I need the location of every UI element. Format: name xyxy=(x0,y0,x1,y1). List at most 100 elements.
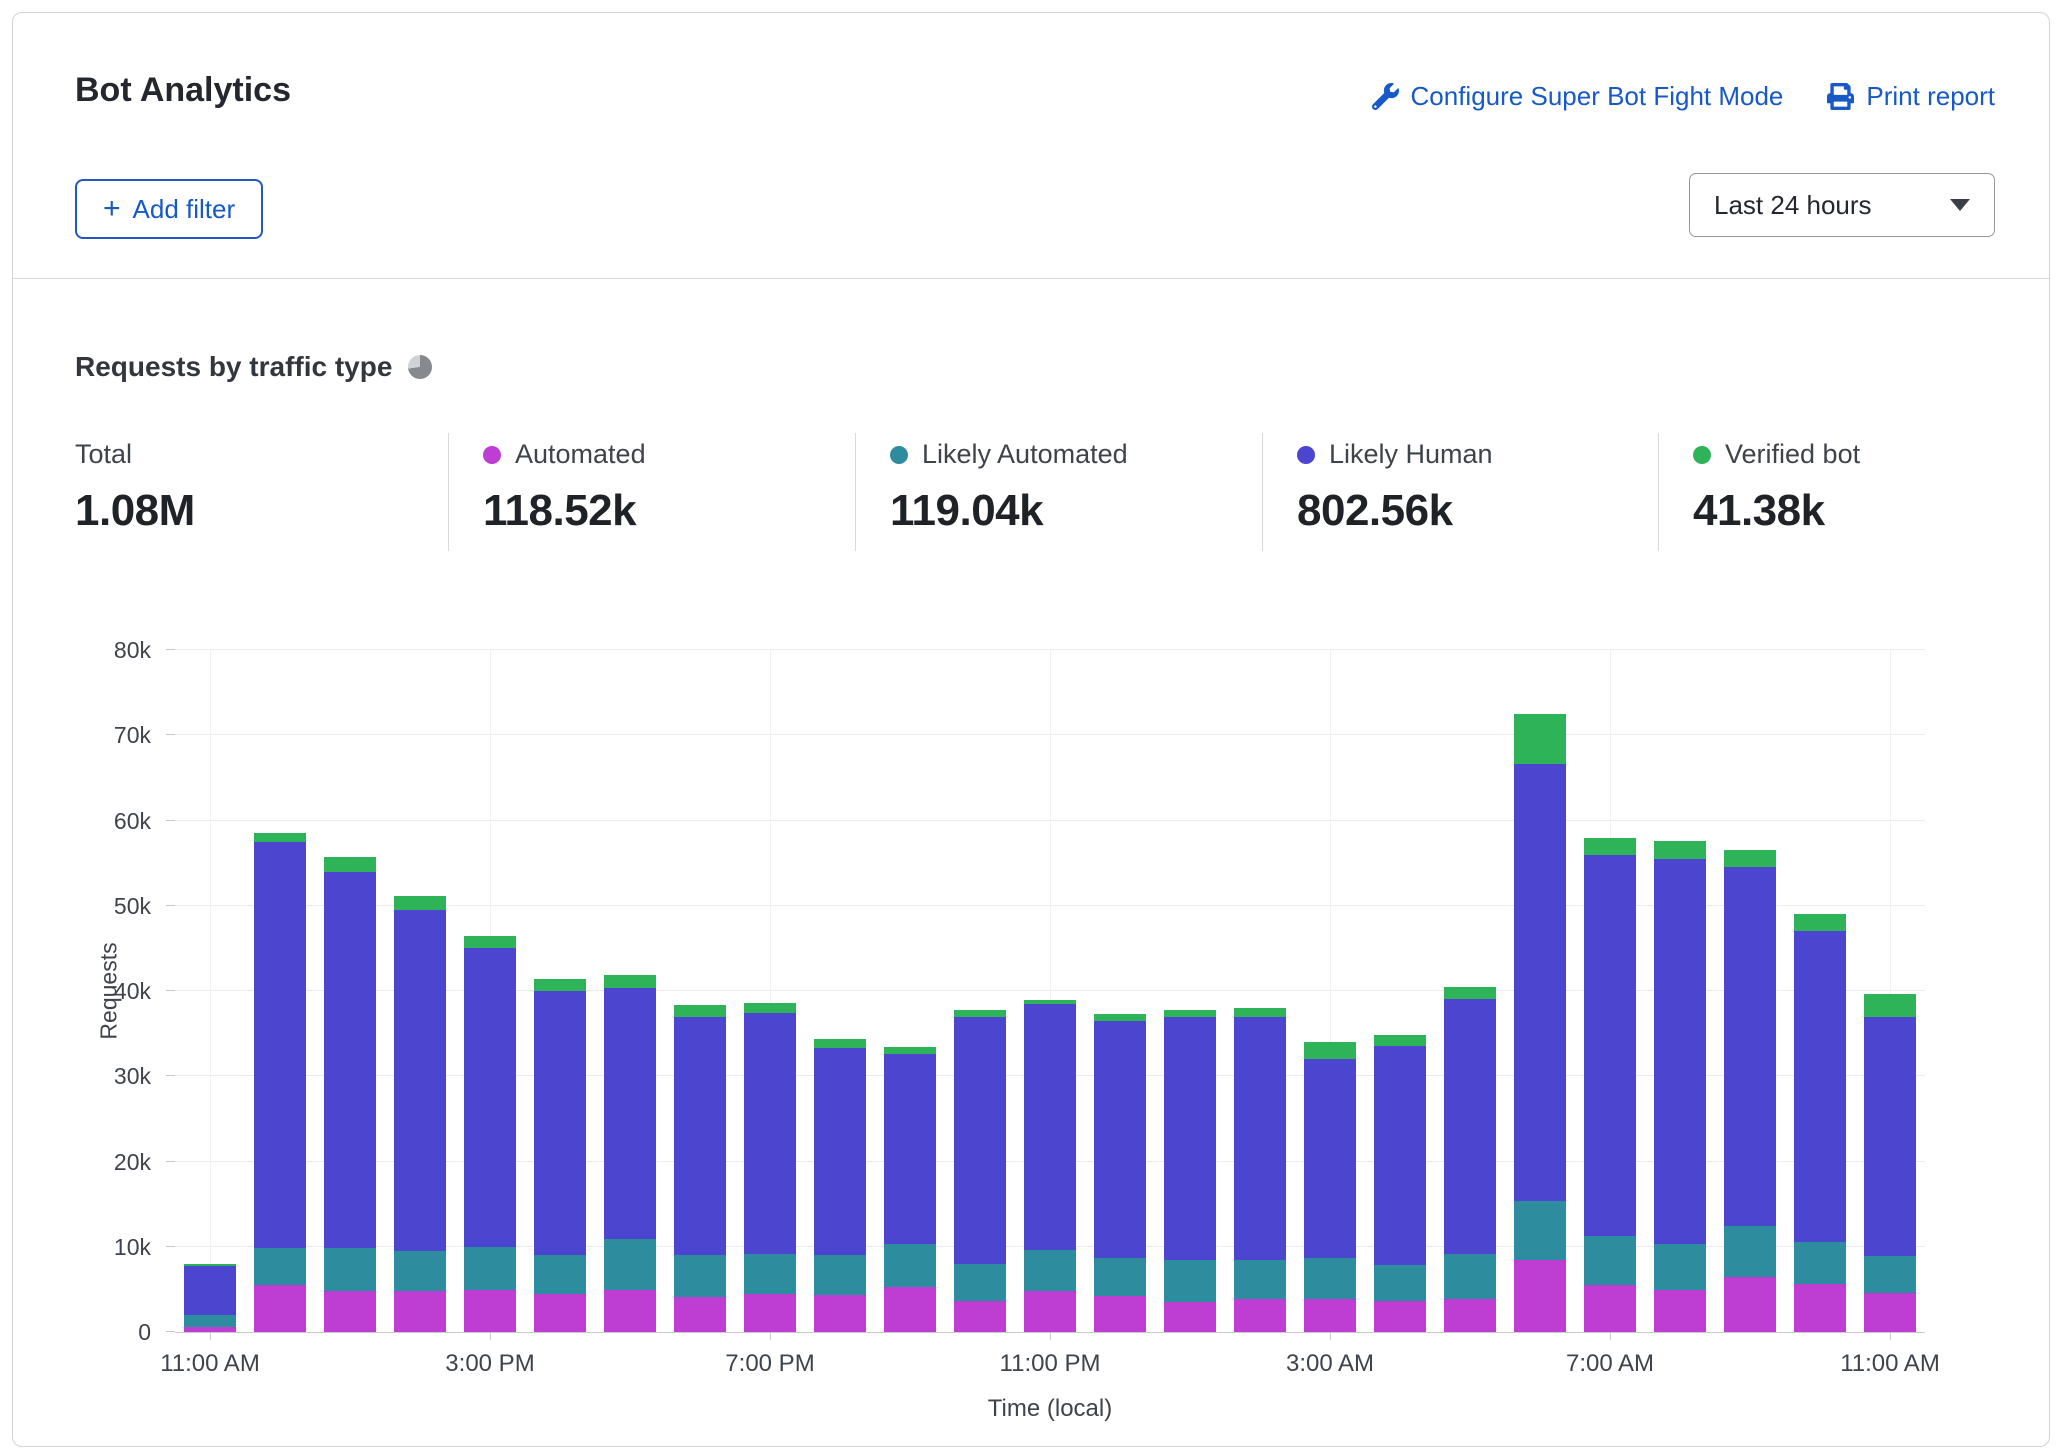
bar-segment-likely-automated xyxy=(1304,1258,1356,1299)
y-tick-label: 40k xyxy=(114,977,151,1005)
plot-area xyxy=(175,650,1925,1333)
bar-segment-verified-bot xyxy=(1654,841,1706,859)
bar-segment-automated xyxy=(674,1297,726,1332)
stat-likely-automated[interactable]: Likely Automated119.04k xyxy=(855,433,1262,551)
x-tick-label: 3:00 AM xyxy=(1286,1350,1374,1378)
stat-total[interactable]: Total1.08M xyxy=(75,433,448,551)
bar-segment-automated xyxy=(1724,1277,1776,1332)
bar-7:00-am-20 xyxy=(1584,650,1636,1332)
bar-4:00-am-17 xyxy=(1374,650,1426,1332)
bar-segment-likely-human xyxy=(814,1048,866,1255)
bar-segment-automated xyxy=(1234,1299,1286,1332)
bar-4:00-pm-5 xyxy=(534,650,586,1332)
bar-segment-verified-bot xyxy=(1584,838,1636,855)
y-tick-label: 80k xyxy=(114,636,151,664)
bar-segment-automated xyxy=(954,1301,1006,1332)
add-filter-label: Add filter xyxy=(133,194,236,225)
bar-segment-verified-bot xyxy=(534,979,586,991)
bar-segment-automated xyxy=(254,1285,306,1332)
bar-segment-likely-automated xyxy=(1094,1258,1146,1296)
y-tick-label: 20k xyxy=(114,1148,151,1176)
bar-12:00-pm-1 xyxy=(254,650,306,1332)
bar-12:00-am-13 xyxy=(1094,650,1146,1332)
print-report-link[interactable]: Print report xyxy=(1827,81,1995,112)
stat-value: 41.38k xyxy=(1693,486,1989,536)
time-range-select[interactable]: Last 24 hours xyxy=(1689,173,1995,237)
y-axis-ticks: 010k20k30k40k50k60k70k80k xyxy=(13,650,163,1332)
bar-5:00-am-18 xyxy=(1444,650,1496,1332)
bar-segment-verified-bot xyxy=(1794,914,1846,931)
bar-segment-likely-automated xyxy=(884,1244,936,1287)
pie-chart-icon xyxy=(408,355,432,379)
stat-value: 802.56k xyxy=(1297,486,1658,536)
bar-segment-automated xyxy=(744,1294,796,1332)
bar-segment-likely-human xyxy=(1654,859,1706,1244)
bar-segment-likely-human xyxy=(324,872,376,1249)
x-tick-label: 11:00 AM xyxy=(160,1350,260,1378)
bar-segment-likely-automated xyxy=(324,1248,376,1291)
bar-segment-likely-human xyxy=(394,910,446,1251)
bar-segment-verified-bot xyxy=(1304,1042,1356,1059)
bar-segment-automated xyxy=(1094,1296,1146,1332)
x-tick-mark xyxy=(770,1332,771,1340)
bar-2:00-am-15 xyxy=(1234,650,1286,1332)
bar-segment-likely-human xyxy=(1024,1004,1076,1250)
bar-segment-likely-automated xyxy=(394,1251,446,1291)
stat-label: Likely Human xyxy=(1329,439,1493,470)
bar-segment-likely-human xyxy=(1724,867,1776,1227)
bar-segment-automated xyxy=(1164,1302,1216,1332)
bar-segment-verified-bot xyxy=(1234,1008,1286,1017)
bar-segment-verified-bot xyxy=(1724,850,1776,866)
bar-segment-likely-automated xyxy=(814,1255,866,1295)
bar-segment-likely-automated xyxy=(1234,1260,1286,1298)
bar-segment-automated xyxy=(324,1291,376,1332)
bar-segment-likely-human xyxy=(1514,764,1566,1200)
x-tick-label: 11:00 AM xyxy=(1840,1350,1940,1378)
header-divider xyxy=(13,278,2049,279)
y-tick-label: 70k xyxy=(114,721,151,749)
x-tick-mark xyxy=(1890,1332,1891,1340)
stat-likely-human[interactable]: Likely Human 802.56k xyxy=(1262,433,1658,551)
x-tick-mark xyxy=(1050,1332,1051,1340)
section-title-row: Requests by traffic type xyxy=(75,351,432,383)
bar-7:00-pm-8 xyxy=(744,650,796,1332)
bar-segment-likely-human xyxy=(1444,999,1496,1254)
bar-5:00-pm-6 xyxy=(604,650,656,1332)
bar-segment-likely-human xyxy=(1094,1021,1146,1258)
bar-segment-automated xyxy=(1864,1293,1916,1332)
bot-analytics-page: Bot Analytics Configure Super Bot Fight … xyxy=(0,0,2062,1450)
bar-segment-verified-bot xyxy=(394,896,446,910)
bar-segment-verified-bot xyxy=(954,1010,1006,1017)
configure-super-bot-fight-mode-link[interactable]: Configure Super Bot Fight Mode xyxy=(1372,81,1784,112)
y-tick-label: 50k xyxy=(114,892,151,920)
y-tick-mark xyxy=(166,820,175,821)
stat-automated[interactable]: Automated118.52k xyxy=(448,433,855,551)
bar-segment-verified-bot xyxy=(1864,994,1916,1016)
bar-3:00-am-16 xyxy=(1304,650,1356,1332)
y-tick-mark xyxy=(166,1075,175,1076)
bar-segment-verified-bot xyxy=(884,1047,936,1054)
bar-segment-likely-automated xyxy=(1024,1250,1076,1291)
bar-segment-likely-automated xyxy=(1584,1236,1636,1285)
bar-segment-likely-human xyxy=(1374,1046,1426,1264)
bar-10:00-am-23 xyxy=(1794,650,1846,1332)
page-title: Bot Analytics xyxy=(75,71,291,110)
bar-segment-automated xyxy=(1444,1299,1496,1332)
bar-segment-likely-automated xyxy=(1164,1260,1216,1303)
x-tick-mark xyxy=(210,1332,211,1340)
time-range-value: Last 24 hours xyxy=(1714,190,1872,221)
y-tick-label: 30k xyxy=(114,1062,151,1090)
y-tick-mark xyxy=(166,734,175,735)
bar-segment-likely-human xyxy=(744,1013,796,1253)
bar-segment-likely-human xyxy=(1234,1017,1286,1261)
bar-8:00-am-21 xyxy=(1654,650,1706,1332)
stat-value: 119.04k xyxy=(890,486,1262,536)
header-links: Configure Super Bot Fight Mode Print rep… xyxy=(1372,81,1995,112)
bar-2:00-pm-3 xyxy=(394,650,446,1332)
bar-segment-likely-human xyxy=(1164,1017,1216,1260)
legend-dot-likely-human xyxy=(1297,446,1315,464)
stat-verified-bot[interactable]: Verified bot41.38k xyxy=(1658,433,1989,551)
add-filter-button[interactable]: + Add filter xyxy=(75,179,263,239)
bar-segment-automated xyxy=(1374,1301,1426,1332)
bar-segment-verified-bot xyxy=(1514,714,1566,764)
